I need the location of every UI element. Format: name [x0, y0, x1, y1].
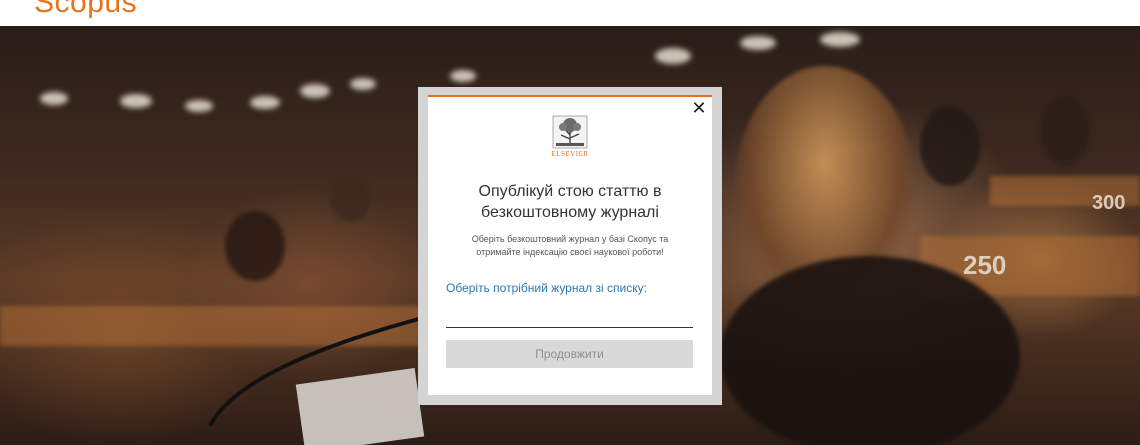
speaker-jacket [720, 256, 1020, 445]
modal-title-line: Опублікуй стою статтю в [478, 183, 662, 200]
person-silhouette [225, 211, 285, 281]
modal-title-line: безкоштовному журналі [481, 204, 659, 221]
modal-subtitle-line: отримайте індексацію своєї наукової робо… [476, 247, 664, 257]
ceiling-light [250, 96, 280, 109]
scopus-logo[interactable]: Scopus [34, 0, 137, 20]
brand-name: ELSEVIER [551, 150, 589, 158]
modal-title: Опублікуй стою статтю в безкоштовному жу… [428, 181, 712, 223]
journal-select-label: Оберіть потрібний журнал зі списку: [446, 281, 647, 295]
ceiling-light [120, 94, 152, 108]
journal-input[interactable] [446, 305, 693, 328]
ceiling-light [185, 100, 213, 112]
ceiling-light [300, 84, 330, 98]
journal-modal: ✕ ELSEVIER Опублікуй стою статтю в безко… [428, 95, 712, 395]
ceiling-light [350, 78, 376, 90]
person-silhouette [920, 106, 980, 186]
person-silhouette [330, 176, 370, 222]
seat-number-sign: 250 [963, 250, 1007, 280]
ceiling-light [450, 70, 476, 82]
close-icon[interactable]: ✕ [690, 99, 708, 117]
top-bar: Scopus [0, 0, 1140, 26]
continue-button[interactable]: Продовжити [446, 340, 693, 368]
ceiling-light [655, 48, 691, 64]
modal-subtitle-line: Оберіть безкоштовний журнал у базі Скопу… [471, 234, 669, 244]
ceiling-light [820, 32, 860, 47]
person-silhouette [1040, 96, 1090, 166]
elsevier-logo: ELSEVIER [548, 115, 592, 158]
ceiling-light [740, 36, 776, 50]
elsevier-tree-logo-icon [552, 115, 588, 149]
ceiling-light [40, 92, 68, 105]
seat-number-sign: 300 [1092, 192, 1126, 214]
modal-subtitle: Оберіть безкоштовний журнал у базі Скопу… [458, 233, 682, 259]
modal-overlay-frame: ✕ ELSEVIER Опублікуй стою статтю в безко… [418, 87, 722, 405]
